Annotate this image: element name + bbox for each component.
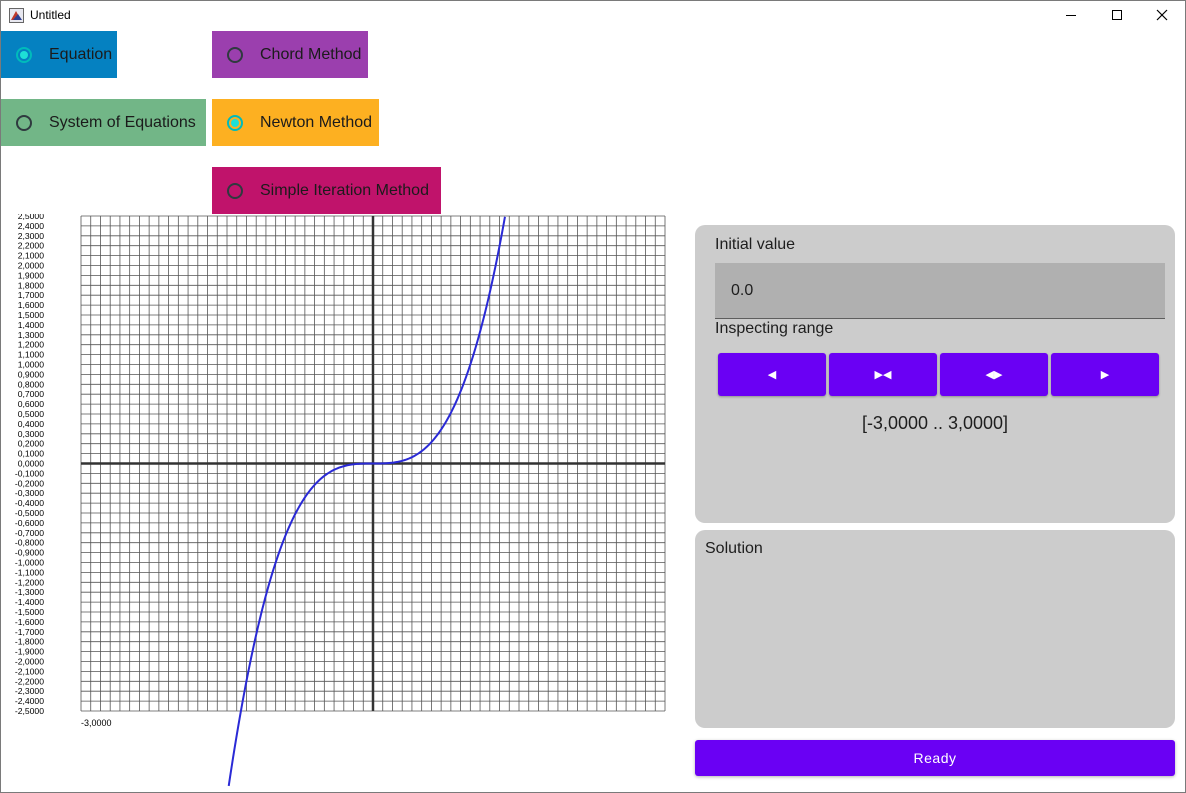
initial-value-field[interactable] — [715, 263, 1165, 319]
y-tick-label: 1,8000 — [18, 280, 45, 290]
y-tick-label: 0,5000 — [18, 409, 45, 419]
solution-label: Solution — [705, 540, 763, 557]
y-tick-label: -1,3000 — [15, 587, 44, 597]
y-tick-label: -2,2000 — [15, 676, 44, 686]
y-tick-label: 2,1000 — [18, 251, 45, 261]
radio-system-of-equations[interactable]: System of Equations — [1, 99, 206, 146]
radio-unselected-icon — [227, 46, 243, 63]
y-tick-label: 2,2000 — [18, 241, 45, 251]
y-tick-label: -1,2000 — [15, 577, 44, 587]
parameters-panel: Initial value Inspecting range ◀ ▶◀ ◀▶ ▶… — [695, 225, 1175, 523]
y-tick-label: -2,0000 — [15, 657, 44, 667]
radio-selected-icon — [16, 46, 32, 63]
arrow-right-icon: ▶ — [1100, 369, 1110, 381]
y-tick-label: 0,7000 — [18, 389, 45, 399]
ready-button[interactable]: Ready — [695, 740, 1175, 776]
y-tick-label: 2,3000 — [18, 231, 45, 241]
y-tick-label: 1,1000 — [18, 350, 45, 360]
y-tick-label: 1,5000 — [18, 310, 45, 320]
y-tick-label: 1,7000 — [18, 290, 45, 300]
y-tick-label: 1,0000 — [18, 360, 45, 370]
y-tick-label: -1,5000 — [15, 607, 44, 617]
y-tick-label: -1,4000 — [15, 597, 44, 607]
y-tick-label: -0,5000 — [15, 508, 44, 518]
range-shift-left-button[interactable]: ◀ — [718, 353, 826, 396]
y-tick-label: -0,1000 — [15, 468, 44, 478]
radio-newton-method[interactable]: Newton Method — [212, 99, 379, 146]
y-tick-label: 0,3000 — [18, 429, 45, 439]
radio-newton-label: Newton Method — [260, 113, 373, 131]
y-tick-label: 0,0000 — [18, 459, 45, 469]
close-button[interactable] — [1139, 0, 1185, 30]
radio-simple-iteration-label: Simple Iteration Method — [260, 181, 429, 199]
expand-icon: ◀▶ — [985, 369, 1003, 381]
y-tick-label: 0,9000 — [18, 369, 45, 379]
y-tick-label: 0,8000 — [18, 379, 45, 389]
radio-unselected-icon — [227, 182, 243, 199]
y-tick-label: -0,4000 — [15, 498, 44, 508]
y-tick-label: 0,4000 — [18, 419, 45, 429]
radio-simple-iteration-method[interactable]: Simple Iteration Method — [212, 167, 441, 214]
range-value-text: [-3,0000 .. 3,0000] — [861, 413, 1009, 433]
y-tick-label: -0,6000 — [15, 518, 44, 528]
solution-panel: Solution — [695, 530, 1175, 728]
maximize-icon — [1112, 10, 1122, 20]
minimize-button[interactable] — [1048, 0, 1094, 30]
y-tick-label: -1,9000 — [15, 647, 44, 657]
y-tick-label: 1,6000 — [18, 300, 45, 310]
function-curve — [227, 216, 506, 787]
radio-equation[interactable]: Equation — [1, 31, 117, 78]
y-tick-label: 0,1000 — [18, 449, 45, 459]
y-tick-label: 1,3000 — [18, 330, 45, 340]
radio-selected-icon — [227, 114, 243, 131]
title-bar: Untitled — [0, 0, 1186, 30]
radio-equation-label: Equation — [49, 45, 113, 63]
function-plot[interactable]: 2,50002,40002,30002,20002,10002,00001,90… — [0, 214, 690, 793]
close-icon — [1156, 9, 1168, 21]
radio-chord-method[interactable]: Chord Method — [212, 31, 368, 78]
y-tick-label: 2,4000 — [18, 221, 45, 231]
initial-value-input[interactable] — [715, 263, 1165, 318]
y-tick-label: 1,2000 — [18, 340, 45, 350]
radio-unselected-icon — [16, 114, 32, 131]
y-tick-label: 0,2000 — [18, 439, 45, 449]
ready-button-label: Ready — [913, 750, 957, 766]
y-tick-label: -0,9000 — [15, 548, 44, 558]
y-tick-label: 2,0000 — [18, 261, 45, 271]
shrink-icon: ▶◀ — [874, 369, 892, 381]
y-tick-label: -1,0000 — [15, 558, 44, 568]
window-title: Untitled — [30, 8, 71, 22]
y-tick-label: -0,2000 — [15, 478, 44, 488]
y-tick-label: -2,1000 — [15, 666, 44, 676]
x-tick-label: -3,0000 — [81, 718, 112, 728]
y-tick-label: -1,8000 — [15, 637, 44, 647]
radio-chord-label: Chord Method — [260, 45, 362, 63]
inspecting-range-label: Inspecting range — [715, 320, 834, 337]
y-tick-label: -1,1000 — [15, 567, 44, 577]
y-tick-label: 1,4000 — [18, 320, 45, 330]
y-tick-label: 1,9000 — [18, 270, 45, 280]
minimize-icon — [1066, 15, 1076, 16]
initial-value-label: Initial value — [715, 236, 796, 253]
y-tick-label: -0,7000 — [15, 528, 44, 538]
y-tick-label: -1,6000 — [15, 617, 44, 627]
y-tick-label: -2,5000 — [15, 706, 44, 716]
radio-system-label: System of Equations — [49, 113, 196, 131]
app-icon — [9, 8, 24, 23]
y-tick-label: -2,3000 — [15, 686, 44, 696]
range-shrink-button[interactable]: ▶◀ — [829, 353, 937, 396]
y-tick-label: 0,6000 — [18, 399, 45, 409]
range-expand-button[interactable]: ◀▶ — [940, 353, 1048, 396]
y-tick-label: -0,8000 — [15, 538, 44, 548]
arrow-left-icon: ◀ — [767, 369, 777, 381]
y-tick-label: -2,4000 — [15, 696, 44, 706]
y-tick-label: -1,7000 — [15, 627, 44, 637]
maximize-button[interactable] — [1094, 0, 1140, 30]
range-shift-right-button[interactable]: ▶ — [1051, 353, 1159, 396]
y-tick-label: -0,3000 — [15, 488, 44, 498]
